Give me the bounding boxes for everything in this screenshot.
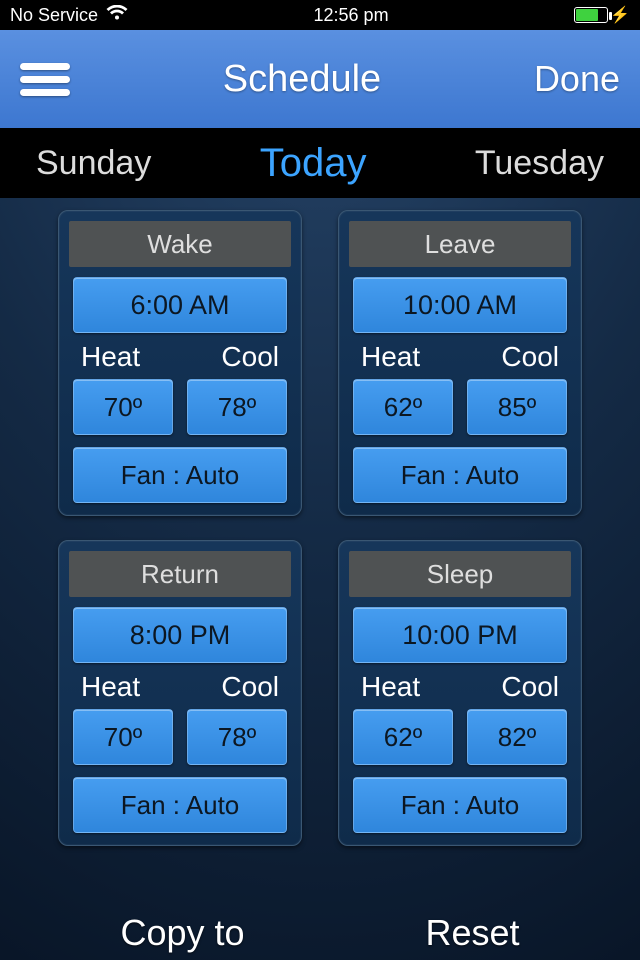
period-card-leave: Leave 10:00 AM Heat Cool 62º 85º Fan : A… xyxy=(338,210,582,516)
bottom-actions: Copy to Reset xyxy=(0,912,640,954)
cool-temp-button[interactable]: 82º xyxy=(467,709,567,765)
period-title: Leave xyxy=(349,221,571,267)
period-title: Return xyxy=(69,551,291,597)
time-button[interactable]: 8:00 PM xyxy=(73,607,287,663)
fan-button[interactable]: Fan : Auto xyxy=(353,447,567,503)
period-card-sleep: Sleep 10:00 PM Heat Cool 62º 82º Fan : A… xyxy=(338,540,582,846)
wifi-icon xyxy=(106,5,128,26)
time-button[interactable]: 10:00 PM xyxy=(353,607,567,663)
heat-label: Heat xyxy=(81,341,140,373)
carrier-text: No Service xyxy=(10,5,98,26)
heat-temp-button[interactable]: 70º xyxy=(73,709,173,765)
cool-temp-button[interactable]: 78º xyxy=(187,709,287,765)
done-button[interactable]: Done xyxy=(534,58,620,100)
heat-label: Heat xyxy=(361,671,420,703)
fan-button[interactable]: Fan : Auto xyxy=(353,777,567,833)
page-title: Schedule xyxy=(223,58,381,101)
time-button[interactable]: 6:00 AM xyxy=(73,277,287,333)
battery-icon: ⚡ xyxy=(574,5,630,25)
next-day[interactable]: Tuesday xyxy=(475,144,604,183)
period-title: Sleep xyxy=(349,551,571,597)
cool-label: Cool xyxy=(501,341,559,373)
time-button[interactable]: 10:00 AM xyxy=(353,277,567,333)
cool-temp-button[interactable]: 85º xyxy=(467,379,567,435)
fan-button[interactable]: Fan : Auto xyxy=(73,777,287,833)
period-card-return: Return 8:00 PM Heat Cool 70º 78º Fan : A… xyxy=(58,540,302,846)
schedule-grid: Wake 6:00 AM Heat Cool 70º 78º Fan : Aut… xyxy=(0,198,640,846)
day-selector: Sunday Today Tuesday xyxy=(0,128,640,198)
heat-temp-button[interactable]: 62º xyxy=(353,379,453,435)
heat-temp-button[interactable]: 62º xyxy=(353,709,453,765)
cool-label: Cool xyxy=(501,671,559,703)
current-day: Today xyxy=(260,141,367,186)
status-bar: No Service 12:56 pm ⚡ xyxy=(0,0,640,30)
heat-label: Heat xyxy=(361,341,420,373)
cool-label: Cool xyxy=(221,671,279,703)
reset-button[interactable]: Reset xyxy=(425,912,519,954)
cool-label: Cool xyxy=(221,341,279,373)
fan-button[interactable]: Fan : Auto xyxy=(73,447,287,503)
heat-label: Heat xyxy=(81,671,140,703)
cool-temp-button[interactable]: 78º xyxy=(187,379,287,435)
nav-bar: Schedule Done xyxy=(0,30,640,128)
period-title: Wake xyxy=(69,221,291,267)
copy-to-button[interactable]: Copy to xyxy=(120,912,244,954)
heat-temp-button[interactable]: 70º xyxy=(73,379,173,435)
period-card-wake: Wake 6:00 AM Heat Cool 70º 78º Fan : Aut… xyxy=(58,210,302,516)
status-time: 12:56 pm xyxy=(314,5,389,26)
prev-day[interactable]: Sunday xyxy=(36,144,151,183)
menu-icon[interactable] xyxy=(20,63,70,96)
